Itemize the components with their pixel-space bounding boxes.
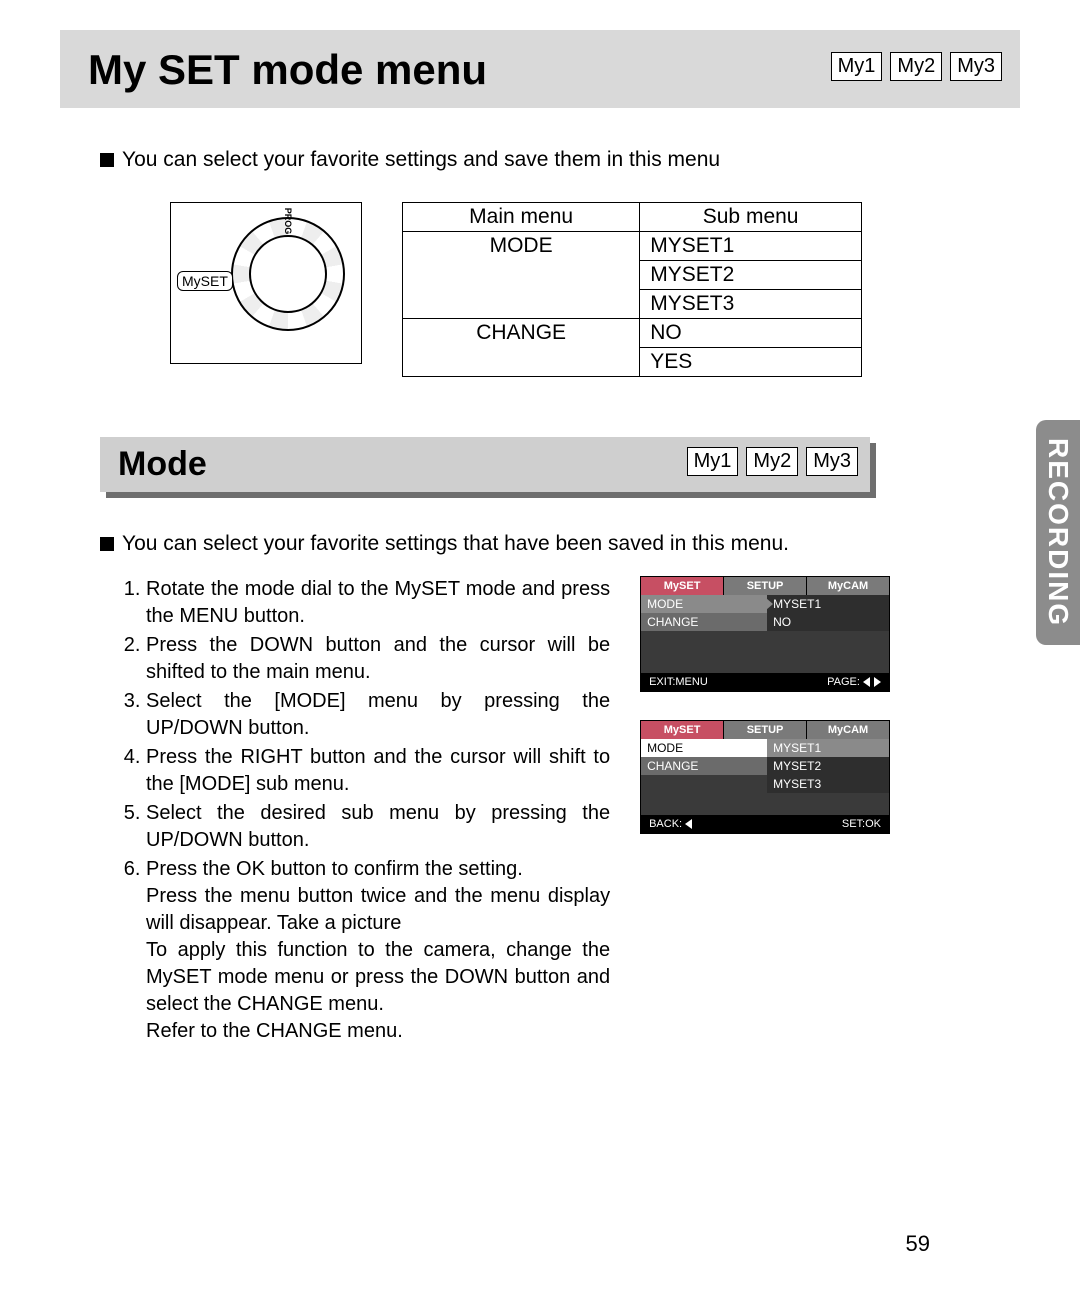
- th-main: Main menu: [403, 203, 640, 232]
- mode-section-bar: Mode My1 My2 My3: [100, 437, 870, 492]
- step-6: Press the OK button to confirm the setti…: [146, 856, 610, 1045]
- lcd1-row2-left: CHANGE: [641, 613, 767, 631]
- badge-my2: My2: [890, 52, 942, 81]
- lcd1-row1-right: MYSET1: [767, 595, 889, 613]
- lcd1-row2-right: NO: [767, 613, 889, 631]
- mode-intro-text: You can select your favorite settings th…: [122, 532, 789, 556]
- left-arrow-icon: [685, 819, 692, 829]
- main-mode: MODE: [403, 232, 640, 319]
- badge-my1: My1: [831, 52, 883, 81]
- mode-badges: My1 My2 My3: [687, 447, 858, 476]
- right-arrow-icon: [874, 677, 881, 687]
- lcd2-row1-right: MYSET1: [767, 739, 889, 757]
- mode-badge-my3: My3: [806, 447, 858, 476]
- main-change: CHANGE: [403, 319, 640, 377]
- mode-dial-icon: PROG: [231, 217, 345, 331]
- th-sub: Sub menu: [640, 203, 862, 232]
- dial-myset-label: MySET: [177, 271, 233, 291]
- menu-table: Main menu Sub menu MODE MYSET1 MYSET2 MY…: [402, 202, 862, 377]
- sub-myset2: MYSET2: [640, 261, 862, 290]
- lcd2-row2-right: MYSET2: [767, 757, 889, 775]
- step-1: Rotate the mode dial to the MySET mode a…: [146, 576, 610, 630]
- bullet-icon: [100, 537, 114, 551]
- bullet-icon: [100, 153, 114, 167]
- lcd1-page: PAGE:: [827, 676, 881, 688]
- lcd1-tab-myset: MySET: [641, 577, 724, 595]
- step-5: Select the desired sub menu by pressing …: [146, 800, 610, 854]
- sub-no: NO: [640, 319, 862, 348]
- lcd1-tab-setup: SETUP: [724, 577, 807, 595]
- lcd2-tab-mycam: MyCAM: [807, 721, 889, 739]
- page-title-band: My SET mode menu My1 My2 My3: [60, 30, 1020, 108]
- recording-side-tab: RECORDING: [1036, 420, 1080, 645]
- step-3: Select the [MODE] menu by pressing the U…: [146, 688, 610, 742]
- title-badges: My1 My2 My3: [831, 52, 1002, 81]
- page-title: My SET mode menu: [88, 46, 487, 93]
- intro-text: You can select your favorite settings an…: [122, 148, 720, 172]
- lcd2-back: BACK:: [649, 818, 694, 830]
- steps-list: Rotate the mode dial to the MySET mode a…: [120, 576, 610, 1047]
- lcd2-row2-left: CHANGE: [641, 757, 767, 775]
- lcd1-exit: EXIT:MENU: [649, 676, 708, 688]
- page-number: 59: [906, 1231, 930, 1257]
- sub-yes: YES: [640, 348, 862, 377]
- sub-myset1: MYSET1: [640, 232, 862, 261]
- lcd2-set: SET:OK: [842, 818, 881, 830]
- mode-section-title: Mode: [118, 445, 207, 483]
- lcd2-row3-left: [641, 775, 767, 793]
- lcd1-row1-left: MODE: [641, 595, 767, 613]
- mode-badge-my2: My2: [746, 447, 798, 476]
- left-arrow-icon: [863, 677, 870, 687]
- lcd2-tab-myset: MySET: [641, 721, 724, 739]
- lcd2-tab-setup: SETUP: [724, 721, 807, 739]
- lcd1-tab-mycam: MyCAM: [807, 577, 889, 595]
- lcd2-row1-left: MODE: [641, 739, 767, 757]
- intro-line: You can select your favorite settings an…: [100, 148, 1030, 172]
- mode-dial-illustration: PROG MySET: [170, 202, 362, 364]
- step-4: Press the RIGHT button and the cursor wi…: [146, 744, 610, 798]
- badge-my3: My3: [950, 52, 1002, 81]
- mode-badge-my1: My1: [687, 447, 739, 476]
- mode-intro-line: You can select your favorite settings th…: [100, 532, 1030, 556]
- sub-myset3: MYSET3: [640, 290, 862, 319]
- lcd-screenshot-1: MySET SETUP MyCAM MODE MYSET1 CHANGE NO: [640, 576, 890, 692]
- lcd-screenshot-2: MySET SETUP MyCAM MODE MYSET1 CHANGE MYS…: [640, 720, 890, 834]
- lcd2-row3-right: MYSET3: [767, 775, 889, 793]
- step-2: Press the DOWN button and the cursor wil…: [146, 632, 610, 686]
